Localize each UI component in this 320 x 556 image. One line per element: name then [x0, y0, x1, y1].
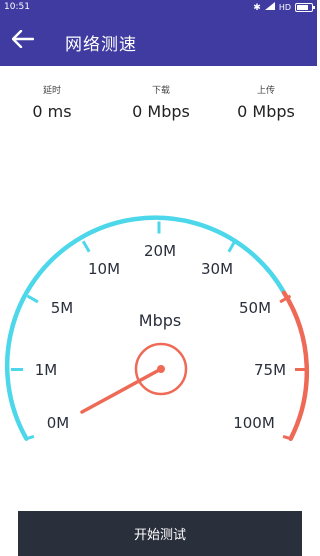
gauge-arc-high [281, 290, 310, 441]
gauge-hub-inner [157, 365, 165, 373]
gauge-label-0m: 0M [47, 414, 70, 432]
start-test-button[interactable]: 开始测试 [18, 511, 302, 556]
gauge-tick-2 [26, 294, 39, 304]
gauge-label-1m: 1M [35, 361, 58, 379]
gauge-label-5m: 5M [51, 299, 74, 317]
gauge-label-20m: 20M [144, 242, 176, 260]
speed-gauge: 0M 1M 5M 10M 20M 30M 50M 75M 100M Mbps [5, 215, 310, 441]
gauge-tick-5 [227, 240, 237, 253]
gauge-label-50m: 50M [239, 299, 271, 317]
gauge-label-100m: 100M [233, 414, 275, 432]
gauge-label-30m: 30M [201, 260, 233, 278]
gauge-tick-3 [81, 240, 91, 253]
gauge-label-10m: 10M [88, 260, 120, 278]
gauge-unit-label: Mbps [139, 311, 181, 330]
gauge-label-75m: 75M [254, 361, 286, 379]
